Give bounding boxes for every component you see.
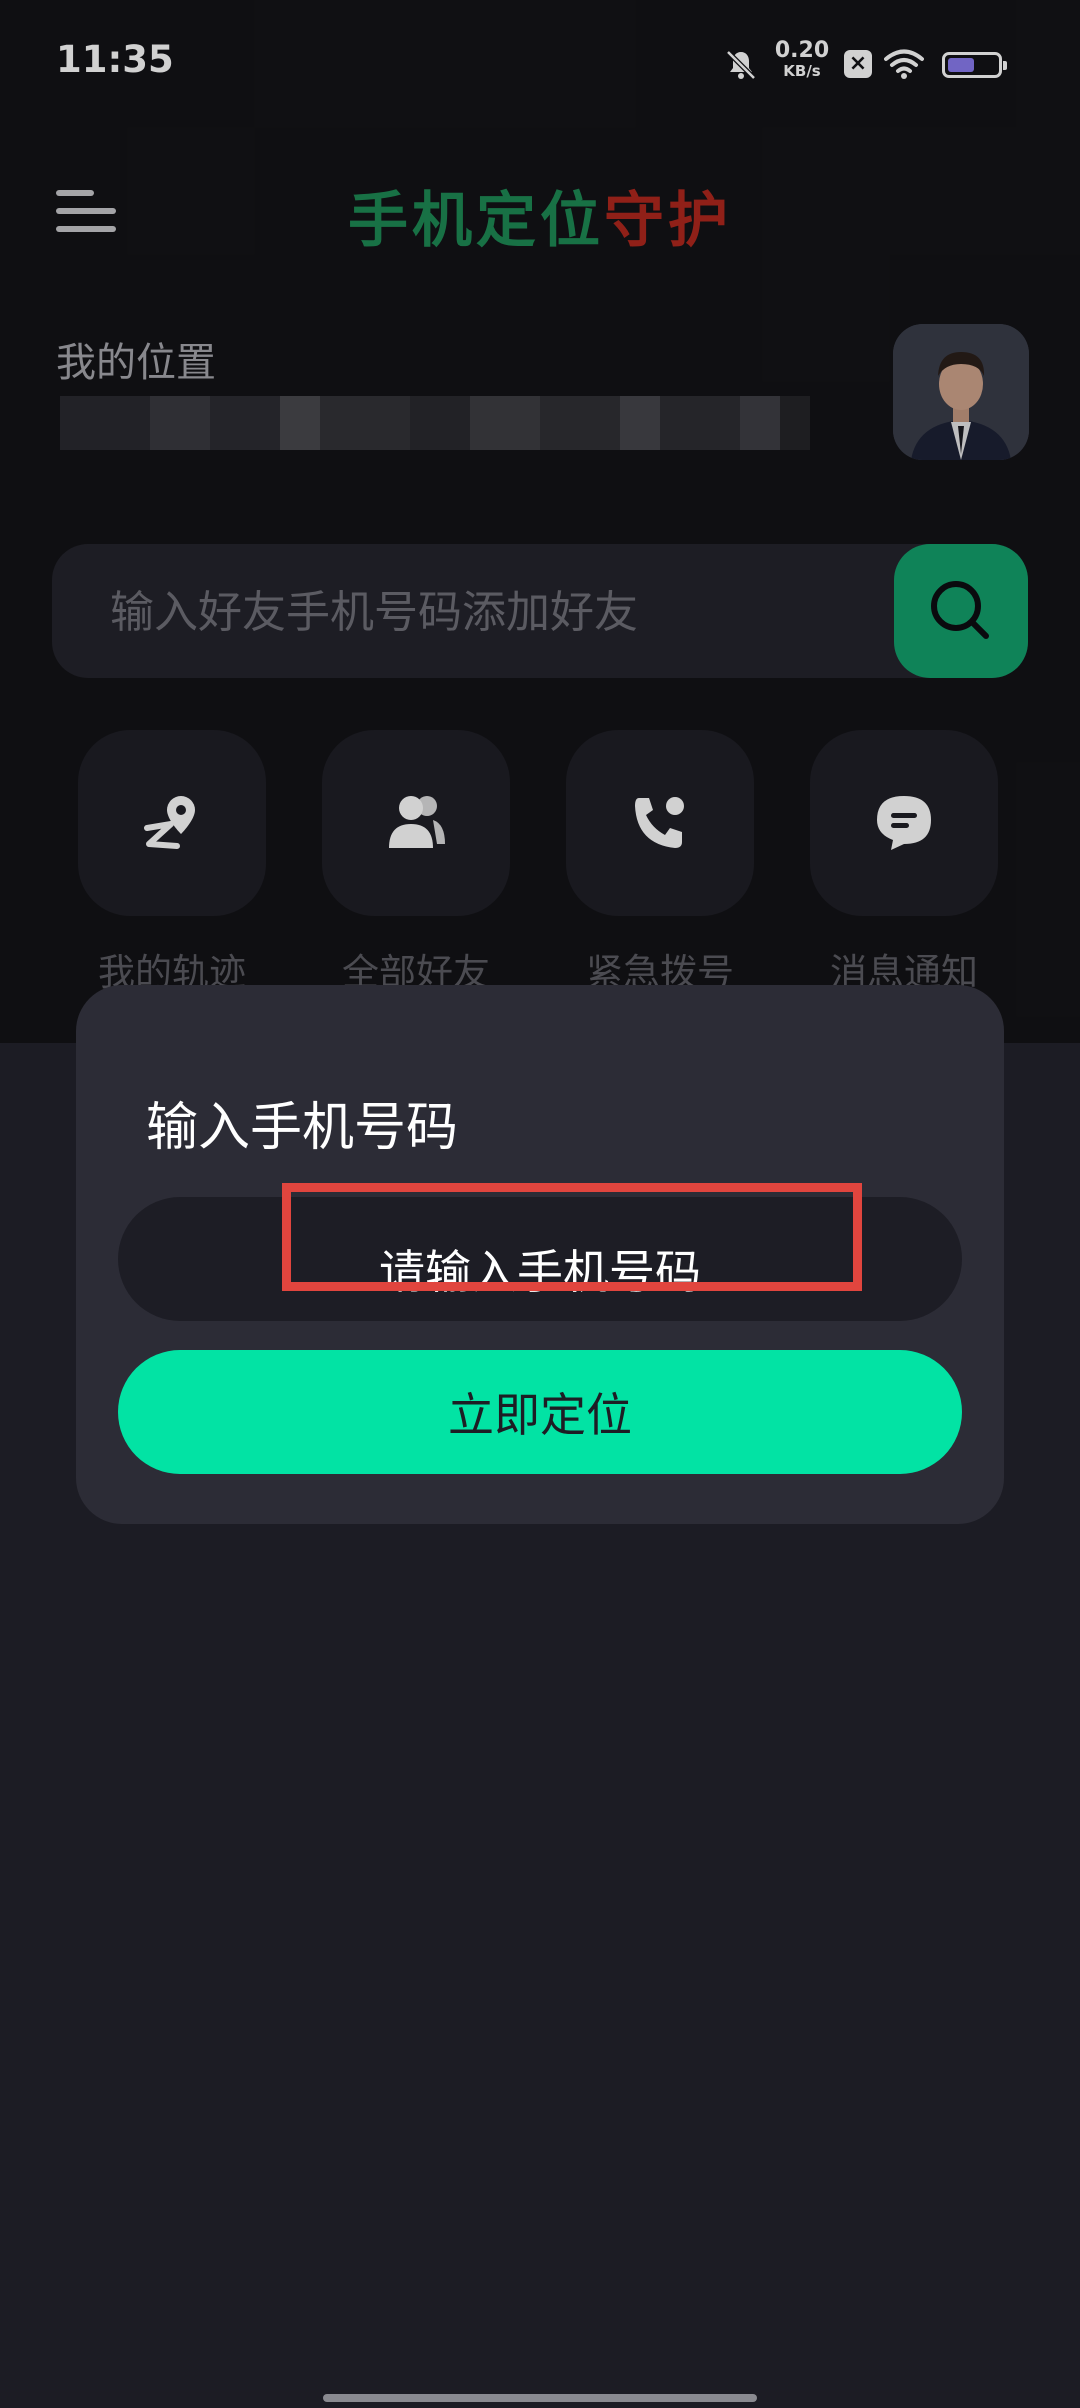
phone-field xyxy=(118,1197,962,1321)
screen: 11:35 0.20 KB/s × 手机定位守护 我的位置 输入好友手机号码添加… xyxy=(0,0,1080,2408)
phone-number-input[interactable] xyxy=(118,1197,962,1321)
dialog-title: 输入手机号码 xyxy=(146,1098,459,1158)
phone-locate-dialog: 输入手机号码 立即定位 xyxy=(76,985,1004,1524)
locate-now-button[interactable]: 立即定位 xyxy=(118,1350,962,1474)
home-indicator[interactable] xyxy=(323,2394,757,2402)
modal-scrim[interactable] xyxy=(0,0,1080,1043)
